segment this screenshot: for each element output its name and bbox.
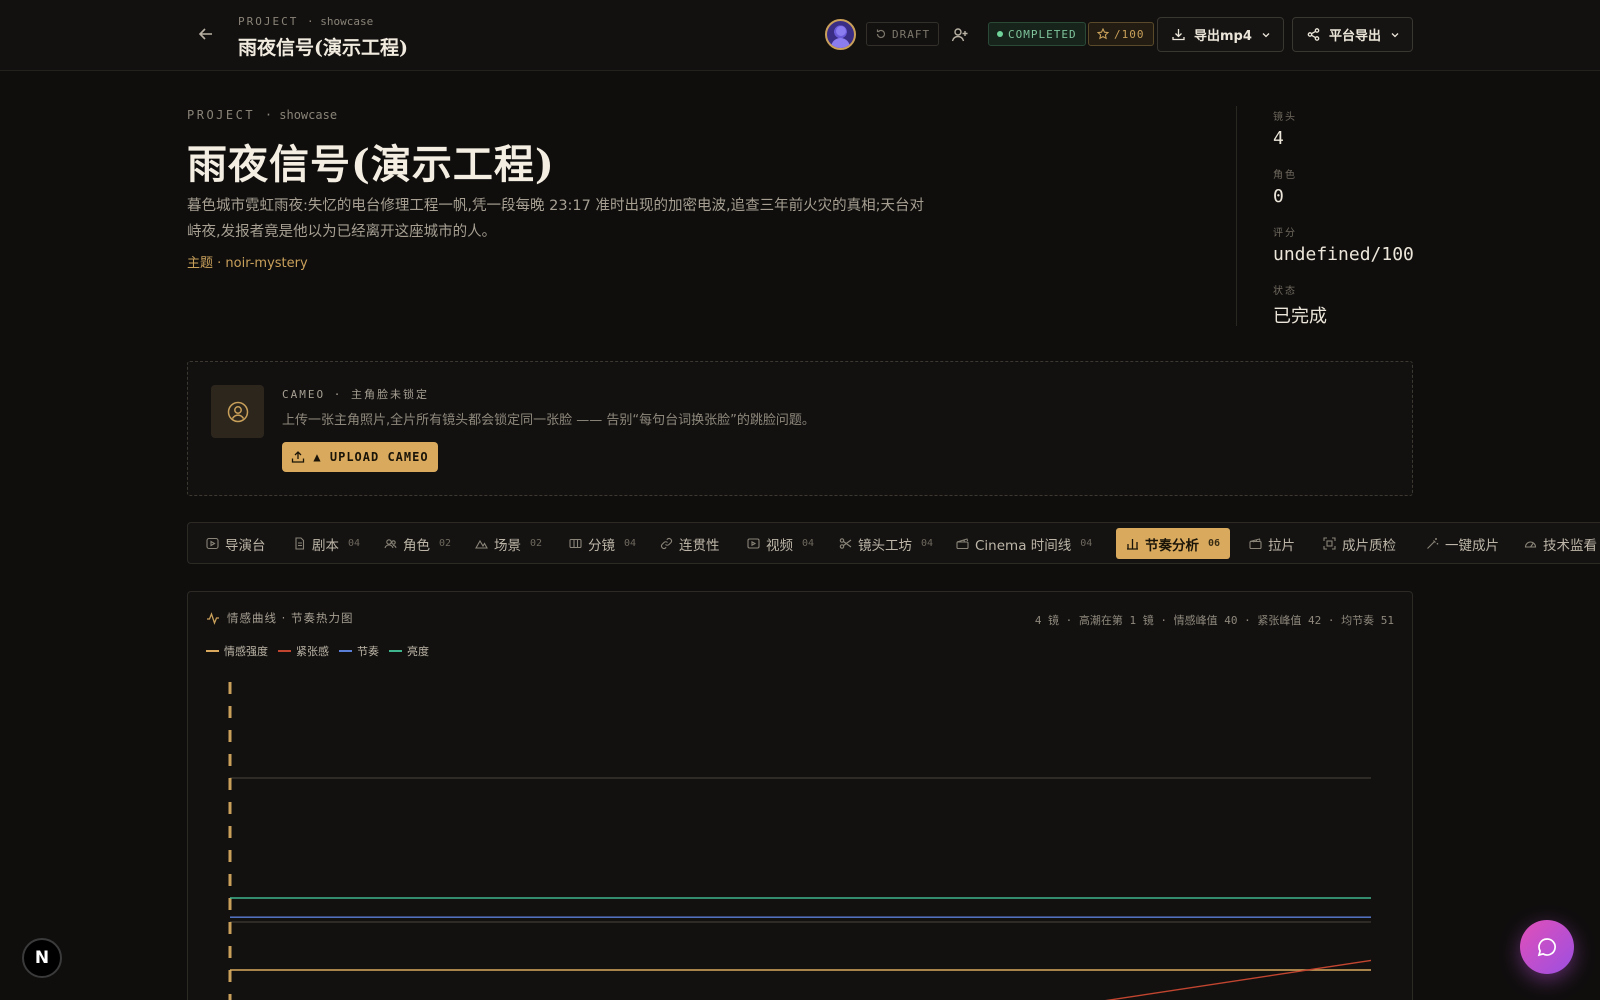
tab-director[interactable]: 导演台 bbox=[196, 528, 276, 559]
chat-bubble-icon bbox=[1537, 938, 1556, 957]
mountain-icon bbox=[475, 539, 488, 549]
face-lock-icon bbox=[211, 385, 264, 438]
cameo-panel: CAMEO · 主角脸未锁定 上传一张主角照片,全片所有镜头都会锁定同一张脸 —… bbox=[187, 361, 1413, 496]
rhythm-chart-panel: 情感曲线 · 节奏热力图 4 镜 · 高潮在第 1 镜 · 情感峰值 40 · … bbox=[187, 591, 1413, 1000]
project-description: 暮色城市霓虹雨夜:失忆的电台修理工程一帆,凭一段每晚 23:17 准时出现的加密… bbox=[187, 198, 924, 240]
clapper-icon bbox=[956, 538, 969, 550]
chevron-down-icon bbox=[1262, 32, 1270, 37]
project-stats: 镜头 4 角色 0 评分 undefined/100 状态 已完成 bbox=[1236, 106, 1416, 327]
project-theme: 主题 · noir-mystery bbox=[187, 256, 308, 271]
link-icon bbox=[660, 537, 673, 550]
top-bar: PROJECT · showcase 雨夜信号(演示工程) DRAFT COMP… bbox=[0, 0, 1600, 71]
upload-cameo-button[interactable]: ▲ UPLOAD CAMEO bbox=[282, 442, 438, 472]
tab-characters[interactable]: 角色 02 bbox=[374, 528, 461, 559]
stat-score: 评分 undefined/100 bbox=[1273, 228, 1414, 265]
status-badge: COMPLETED bbox=[988, 22, 1086, 46]
stat-shots: 镜头 4 bbox=[1273, 112, 1297, 149]
document-icon bbox=[295, 537, 305, 550]
bar-chart-icon bbox=[1127, 539, 1138, 550]
avatar[interactable] bbox=[825, 19, 856, 50]
chat-button[interactable] bbox=[1520, 920, 1574, 974]
tab-video[interactable]: 视频 04 bbox=[737, 528, 824, 559]
section-tabs: 导演台 剧本 04 角色 02 场景 02 分镜 04 连贯性 视频 04 镜头工坊 04 … bbox=[187, 522, 1600, 564]
export-mp4-button[interactable]: 导出mp4 bbox=[1157, 17, 1284, 52]
share-icon bbox=[1307, 28, 1320, 41]
stat-status: 状态 已完成 bbox=[1273, 286, 1327, 327]
tab-storyboard[interactable]: 分镜 04 bbox=[559, 528, 646, 559]
tab-continuity[interactable]: 连贯性 bbox=[650, 528, 730, 559]
status-dot-icon bbox=[997, 31, 1003, 37]
tab-cinema-timeline[interactable]: Cinema 时间线 04 bbox=[946, 528, 1102, 559]
tab-tech-monitor[interactable]: 技术监看 bbox=[1514, 528, 1600, 559]
topbar-eyebrow: PROJECT · showcase bbox=[238, 15, 374, 28]
storyboard-icon bbox=[569, 538, 582, 549]
back-arrow-icon[interactable] bbox=[196, 24, 216, 44]
revert-icon bbox=[876, 29, 886, 39]
tab-one-click-render[interactable]: 一键成片 bbox=[1416, 528, 1509, 559]
series-line-1 bbox=[1104, 959, 1372, 1000]
tab-script[interactable]: 剧本 04 bbox=[283, 528, 370, 559]
scan-icon bbox=[1323, 537, 1336, 550]
download-icon bbox=[1172, 29, 1185, 41]
star-icon bbox=[1097, 28, 1109, 40]
scissors-icon bbox=[839, 538, 852, 549]
cameo-description: 上传一张主角照片,全片所有镜头都会锁定同一张脸 —— 告别“每句台词换张脸”的跳… bbox=[282, 413, 815, 428]
stat-characters: 角色 0 bbox=[1273, 170, 1297, 207]
emotion-curve-chart bbox=[228, 682, 1372, 1000]
tab-shot-workshop[interactable]: 镜头工坊 04 bbox=[829, 528, 943, 559]
next-logo-icon[interactable]: N bbox=[22, 938, 62, 978]
platform-export-button[interactable]: 平台导出 bbox=[1292, 17, 1413, 52]
play-square-icon bbox=[206, 537, 219, 550]
add-user-icon[interactable] bbox=[950, 25, 970, 45]
page-title: 雨夜信号(演示工程) bbox=[187, 141, 555, 188]
project-eyebrow: PROJECT · showcase bbox=[187, 108, 338, 122]
score-badge: /100 bbox=[1088, 22, 1154, 46]
tab-rhythm-analysis[interactable]: 节奏分析 06 bbox=[1116, 528, 1231, 559]
draft-badge[interactable]: DRAFT bbox=[866, 22, 940, 46]
tab-scenes[interactable]: 场景 02 bbox=[465, 528, 552, 559]
cameo-heading: CAMEO · 主角脸未锁定 bbox=[282, 388, 429, 401]
topbar-project-title: 雨夜信号(演示工程) bbox=[238, 37, 408, 59]
gauge-icon bbox=[1524, 541, 1537, 548]
users-icon bbox=[384, 539, 397, 549]
video-icon bbox=[747, 538, 760, 549]
tab-breakdown[interactable]: 拉片 bbox=[1239, 528, 1305, 559]
chevron-down-icon bbox=[1391, 32, 1399, 37]
film-icon bbox=[1249, 538, 1262, 550]
upload-icon bbox=[292, 451, 305, 463]
tab-quality-check[interactable]: 成片质检 bbox=[1313, 528, 1406, 559]
magic-wand-icon bbox=[1427, 538, 1439, 549]
